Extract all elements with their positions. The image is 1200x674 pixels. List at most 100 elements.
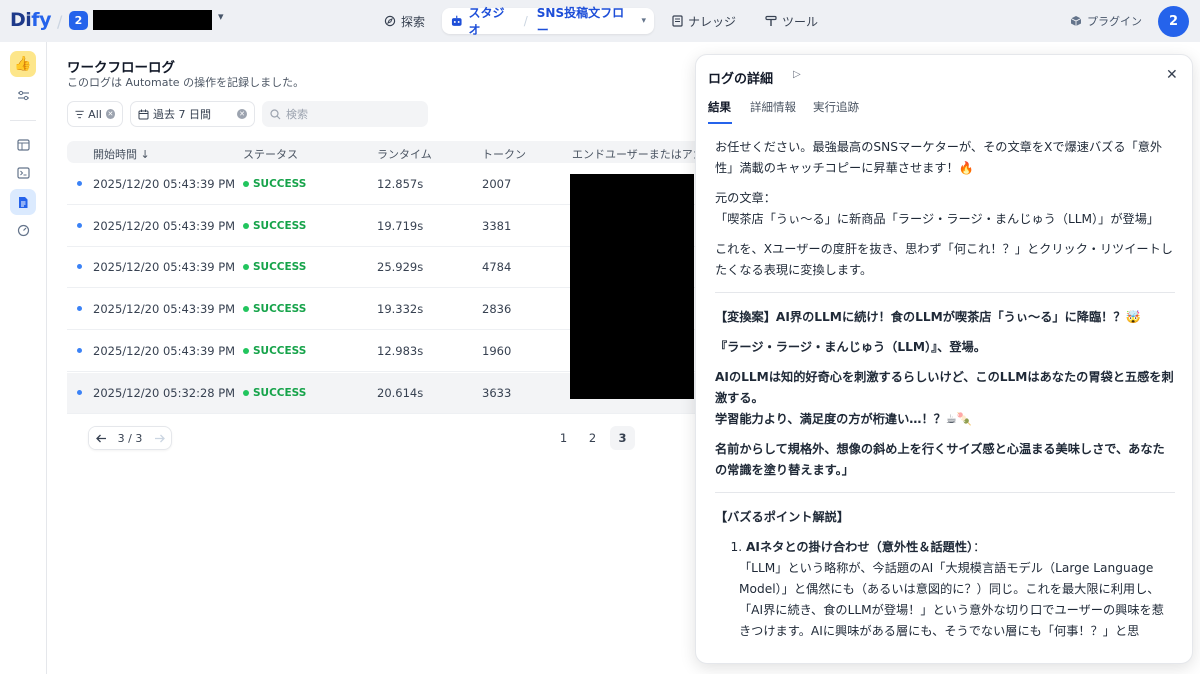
arrow-right-icon [154, 434, 165, 442]
log-detail-panel: ログの詳細 ▷ ✕ 結果 詳細情報 実行追跡 お任せください。最強最高のSNSマ… [695, 54, 1193, 664]
period-filter-value: 過去 7 日間 [153, 108, 211, 121]
search-placeholder: 検索 [286, 108, 308, 121]
row-tokens: 3381 [482, 219, 512, 233]
row-tokens: 4784 [482, 260, 512, 274]
unread-dot [77, 348, 82, 353]
dify-logo[interactable]: Dify [10, 9, 51, 31]
row-runtime: 12.857s [377, 177, 424, 191]
period-filter[interactable]: 過去 7 日間 ✕ [130, 101, 255, 127]
app-name[interactable]: SNS投稿文フロー [537, 4, 633, 38]
original-label: 元の文章： [715, 191, 776, 205]
nav-knowledge[interactable]: ナレッジ [664, 8, 744, 34]
sliders-icon [17, 90, 29, 100]
divider [715, 292, 1175, 293]
tab-result[interactable]: 結果 [708, 99, 731, 115]
page-2-button[interactable]: 2 [580, 426, 605, 450]
top-bar: Dify / 2 ▾ 探索 スタジオ / SNS投稿文フロー ▾ ナレッジ ツー… [0, 0, 1200, 42]
play-icon[interactable]: ▷ [793, 69, 801, 80]
original-block: 元の文章： 「喫茶店「うぃ〜る」に新商品「ラージ・ラージ・まんじゅう（LLM）」が… [715, 188, 1175, 230]
point-1-body: 「LLM」という略称が、今話題のAI「大規模言語モデル（Large Langua… [739, 561, 1164, 638]
panel-title: ログの詳細 [708, 72, 774, 87]
workspace-badge[interactable]: 2 [69, 11, 88, 30]
clear-icon[interactable]: ✕ [237, 109, 247, 119]
explain-text: これを、Xユーザーの度肝を抜き、思わず「何これ！？」とクリック・リツイートしたく… [715, 242, 1173, 277]
sidebar-item-orchestrate[interactable] [10, 132, 36, 158]
unread-dot [77, 223, 82, 228]
status-badge: SUCCESS [243, 220, 306, 232]
calendar-icon [138, 109, 149, 119]
row-runtime: 19.332s [377, 302, 424, 316]
row-tokens: 2836 [482, 302, 512, 316]
column-end-user: エンドユーザーまたはアカ [572, 148, 704, 161]
row-time: 2025/12/20 05:43:39 PM [93, 219, 236, 233]
nav-explore[interactable]: 探索 [376, 8, 433, 34]
nav-explore-label: 探索 [401, 14, 426, 29]
filter-icon [75, 110, 84, 118]
page-title: ワークフローログ [67, 60, 175, 76]
active-tab-indicator [708, 122, 732, 124]
workspace-name-redacted[interactable] [93, 10, 212, 30]
sidebar-item-monitoring[interactable] [10, 217, 36, 243]
search-input[interactable]: 検索 [262, 101, 428, 127]
column-runtime: ランタイム [377, 148, 432, 161]
buzz-section-title: 【バズるポイント解説】 [715, 510, 850, 524]
clear-icon[interactable]: ✕ [105, 109, 115, 119]
status-badge: SUCCESS [243, 345, 306, 357]
nav-plugins[interactable]: プラグイン [1062, 8, 1150, 34]
result-content: お任せください。最強最高のSNSマーケターが、その文章をXで爆速バズる「意外性」… [715, 137, 1175, 642]
prev-page-button[interactable] [89, 427, 113, 449]
hammer-icon [765, 15, 777, 26]
proposal-line-1: 【変換案】AI界のLLMに続け！食のLLMが喫茶店「うぃ〜る」に降臨！？🤯 [715, 310, 1141, 324]
nav-studio[interactable]: スタジオ / SNS投稿文フロー ▾ [442, 6, 654, 37]
status-filter[interactable]: All ✕ [67, 101, 123, 127]
file-list-icon [19, 196, 28, 208]
gauge-icon [17, 224, 29, 236]
row-runtime: 19.719s [377, 219, 424, 233]
divider [715, 492, 1175, 493]
page-1-button[interactable]: 1 [551, 426, 576, 450]
sidebar-item-api[interactable] [10, 160, 36, 186]
nav-tools[interactable]: ツール [757, 8, 826, 34]
sidebar-item-logs[interactable] [10, 189, 36, 215]
intro-text: お任せください。最強最高のSNSマーケターが、その文章をXで爆速バズる「意外性」… [715, 140, 1163, 175]
proposal-line-3: AIのLLMは知的好奇心を刺激するらしいけど、このLLMはあなたの胃袋と五感を刺… [715, 370, 1174, 426]
row-tokens: 1960 [482, 344, 512, 358]
nav-knowledge-label: ナレッジ [688, 14, 737, 29]
sidebar-divider [10, 120, 36, 121]
table-header: 開始時間 ↓ ステータス ランタイム トークン エンドユーザーまたはアカ [67, 141, 727, 163]
page-3-button[interactable]: 3 [610, 426, 635, 450]
row-runtime: 12.983s [377, 344, 424, 358]
close-icon[interactable]: ✕ [1166, 67, 1178, 83]
row-tokens: 2007 [482, 177, 512, 191]
proposal-line-4: 名前からして規格外、想像の斜め上を行くサイズ感と心温まる美味しさで、あなたの常識… [715, 442, 1165, 477]
chevron-down-icon[interactable]: ▾ [641, 16, 646, 26]
robot-icon [451, 15, 462, 26]
separator: / [57, 12, 63, 31]
arrow-left-icon [95, 434, 106, 442]
tab-details[interactable]: 詳細情報 [750, 99, 796, 115]
status-badge: SUCCESS [243, 387, 306, 399]
original-text: 「喫茶店「うぃ〜る」に新商品「ラージ・ラージ・まんじゅう（LLM）」が登場」 [715, 212, 1160, 226]
cube-icon [1070, 16, 1082, 26]
row-runtime: 25.929s [377, 260, 424, 274]
nav-tools-label: ツール [782, 14, 819, 29]
tab-trace[interactable]: 実行追跡 [813, 99, 859, 115]
breadcrumb-separator: / [523, 14, 528, 28]
compass-icon [384, 15, 396, 27]
book-icon [672, 15, 683, 27]
app-icon-thumbs-up[interactable]: 👍 [10, 51, 36, 77]
sidebar-item-settings[interactable] [10, 82, 36, 108]
row-time: 2025/12/20 05:43:39 PM [93, 177, 236, 191]
pager-stepper: 3 / 3 [88, 426, 172, 450]
thumbs-up-icon: 👍 [14, 56, 32, 72]
column-status: ステータス [243, 148, 298, 161]
status-badge: SUCCESS [243, 178, 306, 190]
row-tokens: 3633 [482, 386, 512, 400]
user-avatar[interactable]: 2 [1158, 6, 1189, 37]
app-sidebar: 👍 [0, 42, 47, 674]
terminal-icon [16, 167, 30, 179]
next-page-button[interactable] [147, 427, 171, 449]
column-start-time[interactable]: 開始時間 ↓ [93, 146, 150, 162]
chevron-down-icon[interactable]: ▾ [218, 10, 224, 23]
point-1-title: 1. AIネタとの掛け合わせ（意外性＆話題性）： [715, 540, 986, 554]
